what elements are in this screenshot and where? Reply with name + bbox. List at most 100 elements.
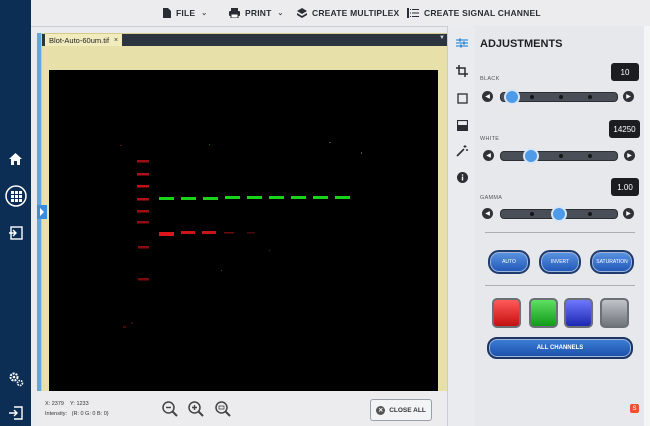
create-signal-channel-button[interactable]: CREATE SIGNAL CHANNEL [407, 0, 541, 26]
notification-icon[interactable]: S [630, 404, 639, 413]
black-slider[interactable] [500, 89, 618, 105]
wand-icon[interactable] [454, 143, 470, 159]
chevron-down-icon: ⌄ [277, 10, 284, 17]
expand-panel-toggle[interactable] [37, 205, 47, 219]
red-band [159, 232, 174, 236]
gamma-label: GAMMA [480, 195, 503, 201]
intensity-value: (R: 0 G: 0 B: 0) [71, 411, 109, 417]
document-tab[interactable]: Blot-Auto-60um.tif × [45, 34, 123, 46]
gears-icon[interactable] [0, 367, 31, 391]
select-rect-icon[interactable] [454, 90, 470, 106]
saturation-button[interactable]: SATURATION [590, 250, 634, 274]
black-label: BLACK [480, 76, 500, 82]
speck [123, 326, 126, 328]
black-increase-button[interactable]: ▶ [623, 91, 634, 102]
create-multiplex-label: CREATE MULTIPLEX [312, 8, 400, 18]
zoom-out-icon[interactable] [161, 400, 179, 418]
tool-column [447, 26, 476, 426]
blot-canvas[interactable] [49, 70, 438, 400]
window-edge [644, 26, 650, 426]
file-menu[interactable]: FILE ⌄ [163, 0, 207, 26]
white-slider[interactable] [500, 148, 618, 164]
document-tab-title: Blot-Auto-60um.tif [49, 35, 110, 45]
gamma-increase-button[interactable]: ▶ [623, 208, 634, 219]
home-icon[interactable] [0, 147, 31, 171]
gamma-decrease-button[interactable]: ◀ [482, 208, 493, 219]
zoom-fit-icon[interactable] [214, 400, 232, 418]
green-band [203, 197, 218, 200]
top-toolbar: FILE ⌄ PRINT ⌄ CREATE MULTIPLEX CREATE S… [31, 0, 650, 27]
ladder-mark [137, 210, 149, 213]
gamma-slider[interactable] [500, 206, 618, 222]
print-menu-label: PRINT [245, 8, 272, 18]
adjustments-panel: ADJUSTMENTS BLACK 10 ◀ ▶ WHITE 14250 ◀ ▶… [475, 26, 644, 426]
auto-button[interactable]: AUTO [488, 250, 530, 274]
red-band [181, 231, 195, 234]
close-all-button[interactable]: ✕ CLOSE ALL [370, 399, 432, 421]
y-value: 1233 [76, 401, 89, 407]
red-band [202, 231, 216, 234]
speck [329, 142, 331, 143]
ladder-mark [137, 173, 149, 176]
green-band [225, 196, 240, 199]
file-menu-label: FILE [176, 8, 196, 18]
green-band [335, 196, 350, 199]
green-band [181, 197, 196, 200]
white-decrease-button[interactable]: ◀ [483, 150, 494, 161]
gray-channel-button[interactable] [600, 298, 629, 328]
y-label: Y: [70, 401, 75, 407]
black-slider-thumb[interactable] [504, 89, 520, 105]
x-label: X: [45, 401, 51, 407]
info-icon[interactable] [454, 169, 470, 185]
import-icon[interactable] [0, 221, 31, 245]
black-value[interactable]: 10 [611, 63, 639, 81]
grid-icon[interactable] [0, 184, 31, 208]
gamma-slider-thumb[interactable] [551, 206, 567, 222]
ladder-mark [138, 246, 149, 249]
close-all-label: CLOSE ALL [389, 406, 426, 414]
invert-button[interactable]: INVERT [539, 250, 581, 274]
zoom-in-icon[interactable] [187, 400, 205, 418]
speck [209, 144, 210, 145]
divider [485, 232, 635, 233]
blot-image[interactable] [49, 70, 438, 400]
green-band [313, 196, 328, 199]
white-increase-button[interactable]: ▶ [624, 150, 635, 161]
intensity-label: Intensity: [45, 411, 68, 417]
red-band [224, 232, 234, 234]
create-multiplex-button[interactable]: CREATE MULTIPLEX [297, 0, 399, 26]
ladder-mark [137, 160, 149, 163]
contrast-icon[interactable] [454, 117, 470, 133]
red-channel-button[interactable] [492, 298, 521, 328]
green-band [159, 197, 174, 200]
close-icon[interactable]: × [114, 37, 118, 44]
document-tab-bar: Blot-Auto-60um.tif × ▼ [42, 34, 448, 46]
crop-icon[interactable] [454, 63, 470, 79]
white-value[interactable]: 14250 [609, 120, 640, 138]
create-signal-channel-label: CREATE SIGNAL CHANNEL [424, 8, 541, 18]
sliders-icon[interactable] [454, 35, 470, 51]
black-decrease-button[interactable]: ◀ [482, 91, 493, 102]
close-icon: ✕ [376, 405, 386, 415]
left-navigation [0, 0, 31, 426]
white-slider-thumb[interactable] [523, 148, 539, 164]
green-band [291, 196, 306, 199]
green-band [269, 196, 284, 199]
coordinate-readout: X: 2379 Y: 1233 [45, 401, 89, 407]
ladder-mark [138, 278, 149, 281]
all-channels-button[interactable]: ALL CHANNELS [487, 337, 633, 359]
blue-channel-button[interactable] [564, 298, 593, 328]
chevron-down-icon: ⌄ [201, 10, 208, 17]
green-channel-button[interactable] [529, 298, 558, 328]
gamma-value[interactable]: 1.00 [611, 178, 639, 196]
speck [221, 270, 222, 271]
logout-icon[interactable] [0, 401, 31, 425]
intensity-readout: Intensity: (R: 0 G: 0 B: 0) [45, 411, 109, 417]
ladder-mark [137, 198, 149, 201]
caret-down-icon[interactable]: ▼ [439, 35, 445, 41]
speck [131, 322, 133, 324]
white-label: WHITE [480, 136, 500, 142]
green-band [247, 196, 262, 199]
print-menu[interactable]: PRINT ⌄ [229, 0, 284, 26]
file-icon [163, 8, 171, 18]
